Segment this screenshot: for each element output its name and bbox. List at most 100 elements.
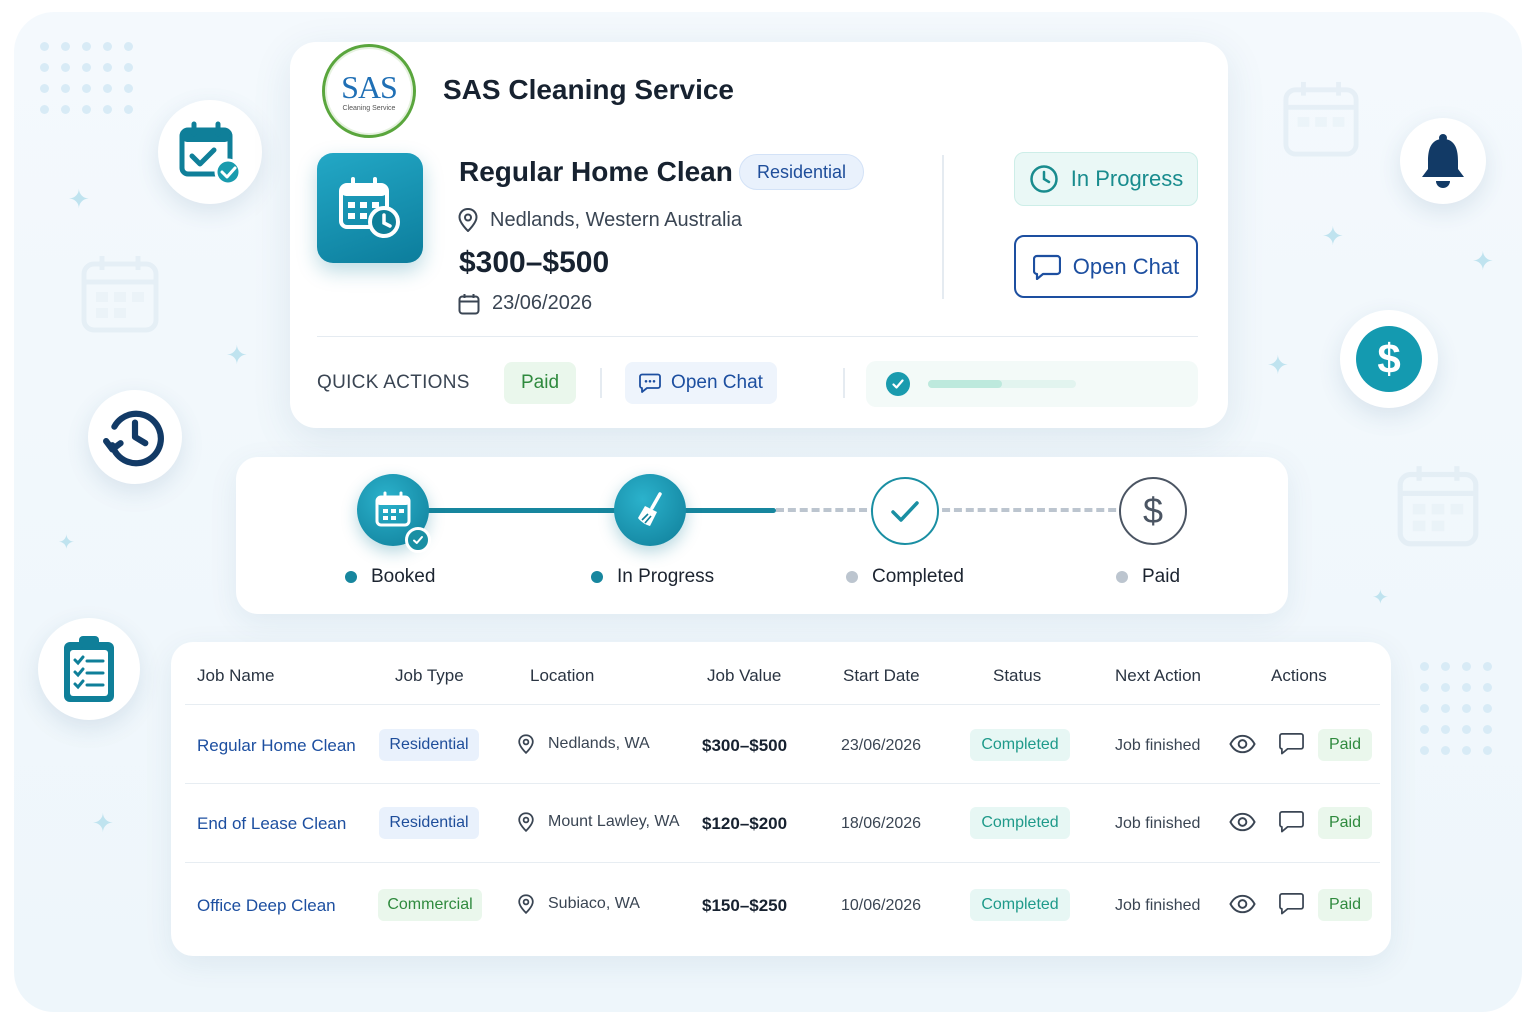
step-completed: Completed (846, 566, 964, 588)
map-pin-icon (518, 894, 534, 914)
job-location-text: Nedlands, Western Australia (490, 208, 742, 231)
step-dot (591, 571, 603, 583)
row-job-name-link[interactable]: Office Deep Clean (197, 896, 336, 916)
ghost-calendar-icon (1283, 81, 1359, 157)
broom-icon (638, 492, 662, 526)
calendar-clock-icon (339, 177, 400, 238)
status-label: In Progress (1070, 166, 1184, 191)
calendar-icon (375, 491, 411, 527)
dollar-icon: $ (1143, 491, 1163, 531)
decor-dots-top-left (40, 42, 133, 114)
job-type-badge: Residential (739, 154, 865, 190)
svg-text:$: $ (1143, 491, 1163, 531)
row-job-type-badge: Residential (379, 729, 479, 761)
row-job-value: $150–$250 (702, 896, 788, 915)
message-icon[interactable] (1279, 892, 1304, 916)
decor-dots-bottom-right (1420, 662, 1492, 755)
job-price: $300–$500 (459, 246, 610, 279)
message-icon[interactable] (1279, 810, 1304, 834)
quick-action-paid-button[interactable]: Paid (504, 362, 576, 404)
step-dot (345, 571, 357, 583)
clipboard-float (38, 618, 140, 720)
table-divider (185, 783, 1380, 784)
header-job-value: Job Value (707, 666, 782, 685)
chat-dots-icon (639, 373, 661, 393)
header-start-date: Start Date (843, 666, 920, 685)
open-chat-label: Open Chat (1072, 253, 1180, 279)
row-job-type-badge: Residential (379, 807, 479, 839)
company-logo: SAS Cleaning Service (322, 44, 416, 138)
row-status-badge: Completed (970, 807, 1070, 839)
sparkle-icon: ✦ (68, 184, 90, 214)
job-title: Regular Home Clean (459, 156, 733, 187)
header-job-name: Job Name (197, 666, 275, 685)
row-next-action: Job finished (1115, 815, 1201, 832)
step-paid-label: Paid (1142, 566, 1181, 587)
row-next-action: Job finished (1115, 737, 1201, 754)
open-chat-button[interactable]: Open Chat (1014, 235, 1198, 298)
quick-action-open-chat-button[interactable]: Open Chat (625, 362, 777, 404)
history-icon (103, 410, 164, 467)
row-location-text: Subiaco, WA (548, 895, 640, 912)
step-in-progress-label: In Progress (617, 566, 715, 587)
quick-actions-label: QUICK ACTIONS (317, 372, 470, 393)
clipboard-icon (64, 636, 114, 702)
row-paid-button[interactable]: Paid (1318, 729, 1372, 761)
header-job-type: Job Type (395, 666, 464, 685)
row-start-date: 10/06/2026 (841, 897, 922, 914)
sparkle-icon: ✦ (1322, 221, 1344, 251)
progress-fill (928, 380, 1002, 388)
step-in-progress: In Progress (591, 566, 714, 588)
step-completed-label: Completed (872, 566, 964, 587)
clock-icon (1030, 165, 1058, 193)
ghost-calendar-icon (81, 256, 159, 333)
dollar-float: $ (1340, 310, 1438, 408)
view-eye-icon[interactable] (1229, 894, 1256, 914)
row-start-date: 23/06/2026 (841, 737, 922, 754)
logo-subtext: Cleaning Service (342, 104, 396, 112)
calendar-icon (458, 293, 480, 314)
calendar-check-float (158, 100, 262, 204)
view-eye-icon[interactable] (1229, 812, 1256, 832)
row-location-text: Nedlands, WA (548, 735, 650, 752)
row-start-date: 18/06/2026 (841, 815, 922, 832)
message-icon[interactable] (1279, 732, 1304, 756)
map-pin-icon (518, 812, 534, 832)
row-location: Subiaco, WA (518, 894, 640, 914)
timeline-line-complete (394, 508, 776, 513)
bell-float[interactable] (1400, 118, 1486, 204)
company-name: SAS Cleaning Service (443, 74, 735, 105)
row-next-action: Job finished (1115, 897, 1201, 914)
ghost-calendar-icon (1397, 466, 1479, 547)
progress-check-icon (886, 372, 910, 396)
table-divider (185, 704, 1380, 705)
step-completed-icon (871, 477, 939, 545)
quick-action-progress (866, 361, 1198, 407)
step-booked-label: Booked (371, 566, 436, 587)
sparkle-icon: ✦ (92, 808, 114, 838)
row-job-name-link[interactable]: Regular Home Clean (197, 736, 356, 756)
job-date: 23/06/2026 (458, 292, 592, 315)
bell-icon (1422, 134, 1464, 188)
map-pin-icon (518, 734, 534, 754)
status-in-progress-button[interactable]: In Progress (1014, 152, 1198, 206)
quick-actions-separator (600, 368, 602, 398)
sparkle-icon: ✦ (1372, 587, 1389, 609)
job-location: Nedlands, Western Australia (458, 208, 742, 232)
dollar-icon: $ (1356, 326, 1422, 392)
row-paid-button[interactable]: Paid (1318, 889, 1372, 921)
row-job-name-link[interactable]: End of Lease Clean (197, 814, 346, 834)
sparkle-icon: ✦ (1267, 350, 1289, 380)
row-status-badge: Completed (970, 729, 1070, 761)
row-status-badge: Completed (970, 889, 1070, 921)
step-paid: Paid (1116, 566, 1180, 588)
step-dot (846, 571, 858, 583)
quick-actions-separator (843, 368, 845, 398)
table-divider (185, 862, 1380, 863)
step-in-progress-icon (614, 474, 686, 546)
history-float (88, 390, 182, 484)
step-booked-check-icon (405, 527, 431, 553)
row-paid-button[interactable]: Paid (1318, 807, 1372, 839)
header-actions: Actions (1271, 666, 1327, 685)
view-eye-icon[interactable] (1229, 734, 1256, 754)
